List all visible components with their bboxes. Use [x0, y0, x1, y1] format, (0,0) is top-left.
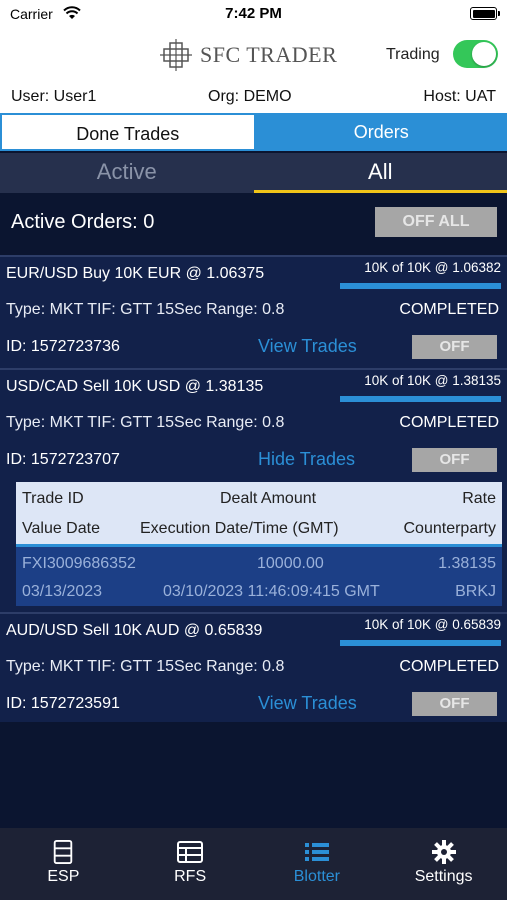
- order-fill-text: 10K of 10K @ 1.06382: [364, 260, 501, 275]
- fill-progress-bar: [340, 283, 501, 289]
- order-filter-tabs: Active All: [0, 153, 507, 193]
- tab-rfs[interactable]: RFS: [127, 828, 254, 900]
- org-info: Org: DEMO: [208, 88, 292, 105]
- trading-toggle[interactable]: [453, 40, 498, 68]
- order-status: COMPLETED: [399, 658, 499, 675]
- battery-icon: [470, 7, 500, 20]
- order-card: USD/CAD Sell 10K USD @ 1.38135 10K of 10…: [0, 368, 507, 482]
- gear-icon: [431, 840, 456, 864]
- fill-progress-bar: [340, 640, 501, 646]
- hide-trades-link[interactable]: Hide Trades: [258, 449, 355, 470]
- trading-label: Trading: [386, 46, 440, 63]
- rfs-icon: [177, 841, 204, 863]
- header-rate: Rate: [462, 490, 496, 507]
- app-header: SFC TRADER Trading: [0, 30, 507, 80]
- header-counterparty: Counterparty: [403, 520, 497, 537]
- trade-row[interactable]: FXI3009686352 10000.00 1.38135 03/13/202…: [16, 544, 502, 606]
- order-type: Type: MKT TIF: GTT 15Sec Range: 0.8: [6, 301, 285, 318]
- tab-settings[interactable]: Settings: [380, 828, 507, 900]
- order-summary: EUR/USD Buy 10K EUR @ 1.06375: [6, 265, 265, 282]
- order-id: ID: 1572723736: [6, 338, 120, 355]
- logo-mark-icon: [160, 39, 192, 71]
- tab-rfs-label: RFS: [174, 868, 207, 885]
- tab-settings-label: Settings: [414, 868, 473, 885]
- active-orders-bar: Active Orders: 0 OFF ALL: [0, 193, 507, 253]
- logo-text: SFC TRADER: [200, 42, 338, 67]
- off-all-button[interactable]: OFF ALL: [375, 207, 497, 237]
- tab-active[interactable]: Active: [0, 153, 254, 193]
- host-info: Host: UAT: [423, 88, 496, 105]
- active-orders-count: Active Orders: 0: [11, 211, 155, 233]
- esp-icon: [54, 840, 73, 864]
- blotter-list-icon: [304, 843, 329, 861]
- tab-done-trades[interactable]: Done Trades: [0, 113, 256, 151]
- header-execution: Execution Date/Time (GMT): [140, 520, 339, 537]
- order-card: EUR/USD Buy 10K EUR @ 1.06375 10K of 10K…: [0, 255, 507, 368]
- header-value-date: Value Date: [22, 520, 100, 537]
- bottom-tab-bar: ESP RFS Blotter Settings: [0, 828, 507, 900]
- view-trades-link[interactable]: View Trades: [258, 336, 357, 357]
- tab-orders[interactable]: Orders: [255, 113, 507, 151]
- trade-dealt-amount: 10000.00: [257, 555, 324, 572]
- status-bar: Carrier 7:42 PM: [0, 0, 507, 30]
- user-info: User: User1: [11, 88, 97, 105]
- trade-rate: 1.38135: [438, 555, 496, 572]
- tab-all[interactable]: All: [253, 153, 507, 193]
- trades-table: Trade ID Dealt Amount Rate Value Date Ex…: [16, 482, 502, 606]
- header-dealt-amount: Dealt Amount: [220, 490, 317, 507]
- tab-esp[interactable]: ESP: [0, 828, 127, 900]
- trade-value-date: 03/13/2023: [22, 583, 103, 600]
- tab-esp-label: ESP: [47, 868, 80, 885]
- app-logo: SFC TRADER: [160, 38, 337, 72]
- list-empty-area: [0, 722, 507, 828]
- fill-progress-bar: [340, 396, 501, 402]
- segment-control: Done Trades Orders: [0, 113, 507, 151]
- trade-counterparty: BRKJ: [455, 583, 496, 600]
- session-info-bar: User: User1 Org: DEMO Host: UAT: [0, 80, 507, 113]
- order-type: Type: MKT TIF: GTT 15Sec Range: 0.8: [6, 658, 285, 675]
- order-off-button[interactable]: OFF: [412, 448, 497, 472]
- trades-table-header: Trade ID Dealt Amount Rate Value Date Ex…: [16, 482, 502, 544]
- order-off-button[interactable]: OFF: [412, 692, 497, 716]
- trade-execution: 03/10/2023 11:46:09:415 GMT: [163, 583, 380, 600]
- order-type: Type: MKT TIF: GTT 15Sec Range: 0.8: [6, 414, 285, 431]
- order-fill-text: 10K of 10K @ 1.38135: [364, 373, 501, 388]
- order-off-button[interactable]: OFF: [412, 335, 497, 359]
- order-status: COMPLETED: [399, 414, 499, 431]
- view-trades-link[interactable]: View Trades: [258, 693, 357, 714]
- order-status: COMPLETED: [399, 301, 499, 318]
- order-fill-text: 10K of 10K @ 0.65839: [364, 617, 501, 632]
- order-id: ID: 1572723707: [6, 451, 120, 468]
- tab-blotter[interactable]: Blotter: [254, 828, 381, 900]
- order-id: ID: 1572723591: [6, 695, 120, 712]
- order-summary: AUD/USD Sell 10K AUD @ 0.65839: [6, 622, 263, 639]
- toggle-knob: [472, 42, 496, 66]
- trade-id: FXI3009686352: [22, 555, 136, 572]
- order-card: AUD/USD Sell 10K AUD @ 0.65839 10K of 10…: [0, 612, 507, 722]
- clock: 7:42 PM: [225, 5, 282, 22]
- tab-blotter-label: Blotter: [293, 868, 340, 885]
- order-summary: USD/CAD Sell 10K USD @ 1.38135: [6, 378, 264, 395]
- header-trade-id: Trade ID: [22, 490, 84, 507]
